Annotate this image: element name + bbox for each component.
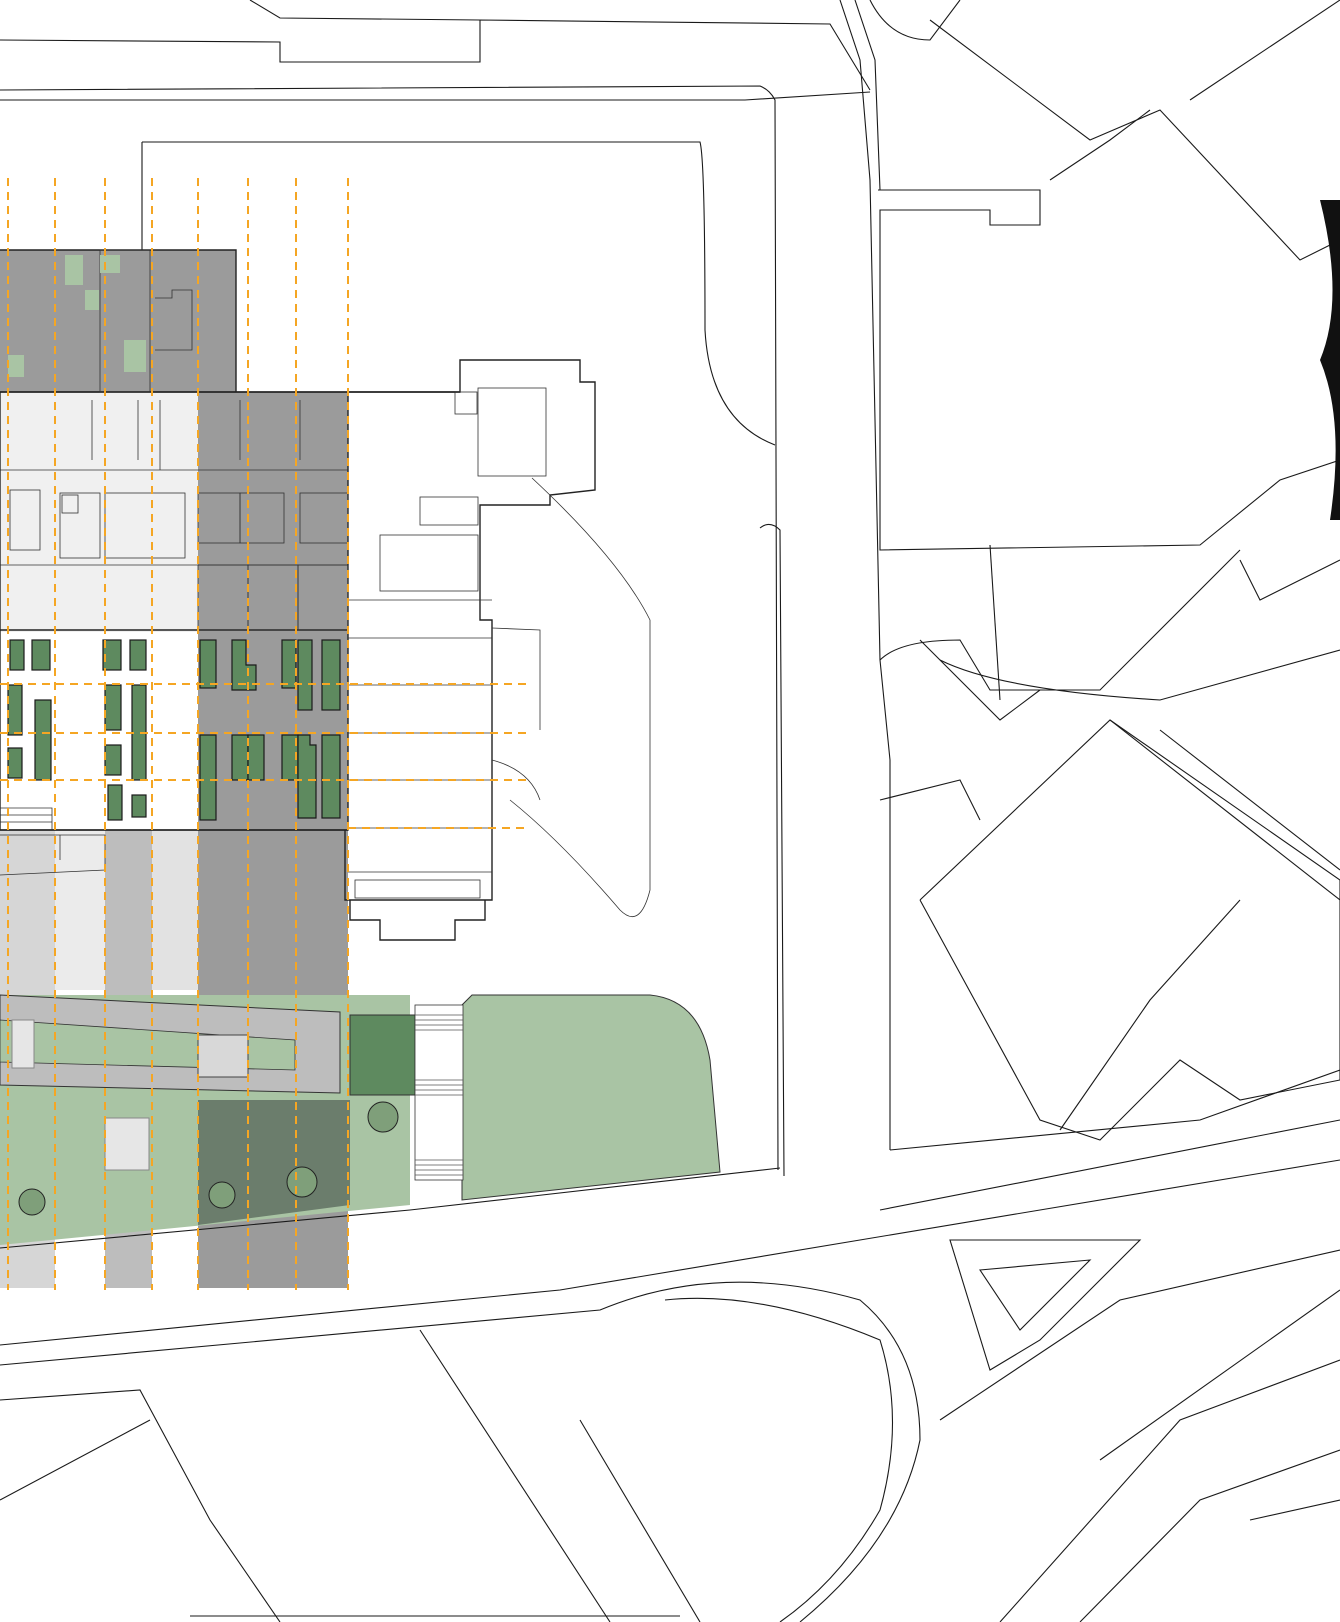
planter-bed	[297, 734, 317, 819]
seating-1	[11, 1019, 35, 1069]
green-block	[349, 1014, 416, 1096]
stair-east	[414, 1004, 464, 1181]
planter-bed	[199, 639, 217, 689]
planter-bed	[129, 639, 147, 671]
tree-3	[208, 1181, 236, 1209]
planter-bed	[297, 639, 313, 711]
tree-2	[286, 1166, 318, 1198]
planter-bed	[31, 639, 51, 671]
planter-bed	[104, 684, 122, 731]
planter-bed	[321, 734, 341, 819]
building-interior	[0, 392, 198, 632]
planter-bed	[7, 747, 23, 779]
planter-bed	[7, 684, 23, 736]
green-lawn-east	[461, 994, 721, 1201]
planter-bed	[9, 639, 25, 671]
planter-bed	[131, 794, 147, 818]
planter-bed	[281, 639, 297, 689]
planter-bed	[34, 699, 52, 781]
planter-bed	[104, 744, 122, 776]
planter-bed	[231, 734, 249, 781]
planter-bed	[199, 734, 217, 821]
tree-4	[18, 1188, 46, 1216]
zone-light-strip-2	[152, 830, 198, 990]
zone-light-strip	[55, 830, 105, 990]
planter-bed	[321, 639, 341, 711]
landscape	[0, 994, 781, 1249]
tree-1	[367, 1101, 399, 1133]
planter-bed	[107, 784, 123, 821]
planter-bed	[247, 734, 265, 781]
stair-block-center	[197, 1034, 249, 1078]
site-plan-drawing	[0, 0, 1340, 1622]
seating-2	[104, 1117, 150, 1171]
